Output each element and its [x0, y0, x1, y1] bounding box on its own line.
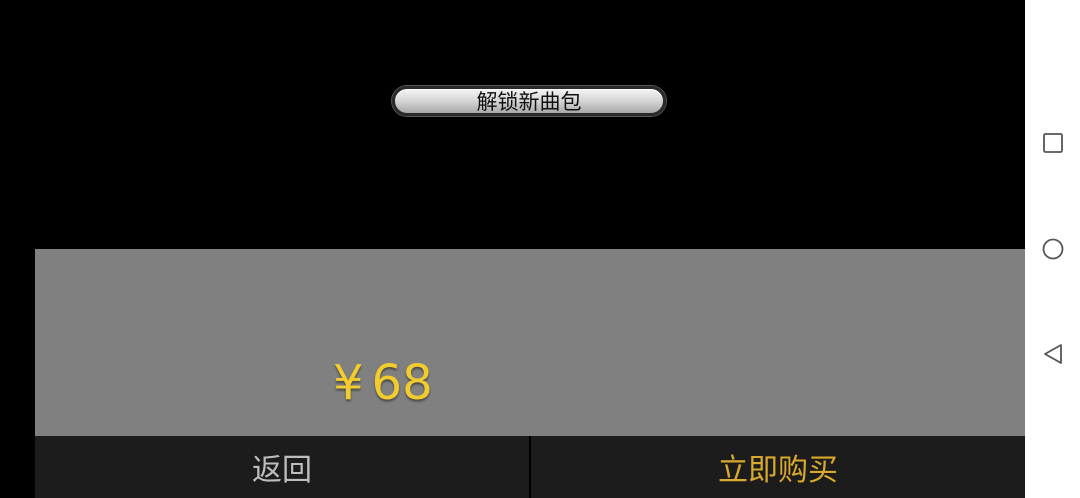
- buy-now-button[interactable]: 立即购买: [531, 436, 1025, 498]
- page-title: 解锁新曲包: [392, 86, 666, 116]
- currency-symbol: ¥: [333, 355, 364, 411]
- app-screen: 解锁新曲包 ¥ 68 返回 立即购买: [0, 0, 1025, 498]
- action-bar: 返回 立即购买: [35, 436, 1025, 498]
- system-nav-bar: [1025, 0, 1080, 498]
- price-display: ¥ 68: [333, 355, 433, 411]
- price-value: 68: [371, 355, 433, 411]
- purchase-panel: ¥ 68: [35, 249, 1025, 436]
- square-icon[interactable]: [1042, 132, 1064, 154]
- circle-icon[interactable]: [1042, 238, 1064, 260]
- back-button[interactable]: 返回: [35, 436, 531, 498]
- triangle-left-icon[interactable]: [1042, 343, 1064, 365]
